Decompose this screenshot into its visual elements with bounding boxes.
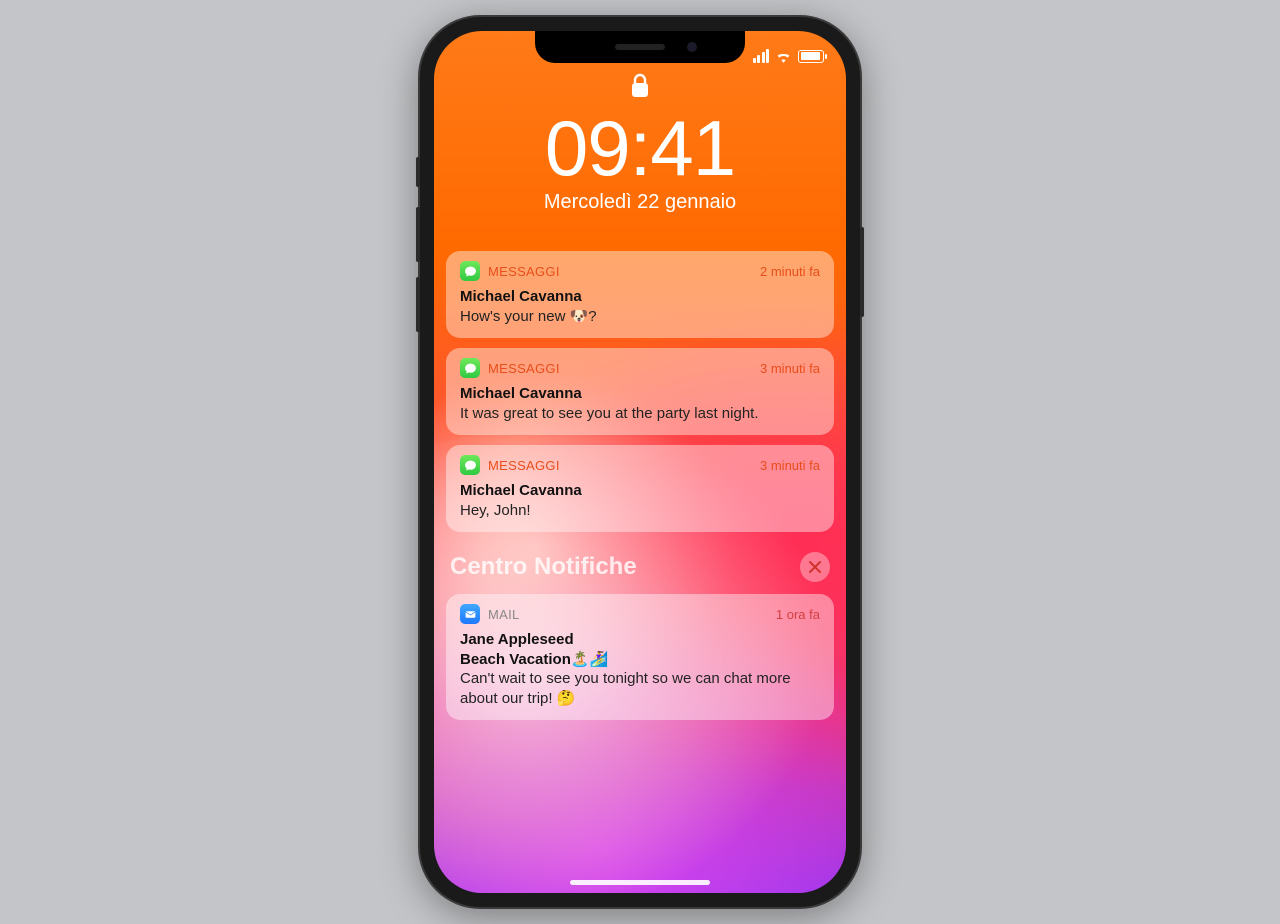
notification-time: 3 minuti fa — [760, 458, 820, 473]
app-name-label: MAIL — [488, 607, 520, 622]
front-camera — [687, 42, 697, 52]
notification-title: Michael Cavanna — [460, 481, 820, 501]
notification-body: Hey, John! — [460, 501, 820, 521]
speaker-grille — [615, 44, 665, 50]
notification-section-header: Centro Notifiche — [446, 546, 834, 584]
notification-time: 3 minuti fa — [760, 361, 820, 376]
wifi-icon — [775, 50, 792, 63]
volume-down-button[interactable] — [416, 277, 420, 332]
notification-card[interactable]: MAIL 1 ora fa Jane Appleseed Beach Vacat… — [446, 594, 834, 720]
lock-clock: 09:41 Mercoledì 22 gennaio — [434, 109, 846, 214]
notification-card[interactable]: MESSAGGI 3 minuti fa Michael Cavanna It … — [446, 348, 834, 435]
notification-title: Michael Cavanna — [460, 384, 820, 404]
cellular-signal-icon — [753, 49, 770, 63]
volume-up-button[interactable] — [416, 207, 420, 262]
notification-body: It was great to see you at the party las… — [460, 404, 820, 424]
notification-time: 2 minuti fa — [760, 264, 820, 279]
notch — [535, 31, 745, 63]
notification-card[interactable]: MESSAGGI 2 minuti fa Michael Cavanna How… — [446, 251, 834, 338]
notification-card[interactable]: MESSAGGI 3 minuti fa Michael Cavanna Hey… — [446, 445, 834, 532]
app-name-label: MESSAGGI — [488, 458, 560, 473]
messages-app-icon — [460, 455, 480, 475]
clock-time: 09:41 — [434, 109, 846, 187]
notification-time: 1 ora fa — [776, 607, 820, 622]
mail-app-icon — [460, 604, 480, 624]
app-name-label: MESSAGGI — [488, 264, 560, 279]
lock-icon — [630, 73, 650, 104]
mute-switch[interactable] — [416, 157, 420, 187]
phone-frame: 09:41 Mercoledì 22 gennaio MESSAGGI 2 mi… — [420, 17, 860, 907]
section-title: Centro Notifiche — [450, 553, 637, 581]
notification-body: Can't wait to see you tonight so we can … — [460, 669, 820, 708]
clock-date: Mercoledì 22 gennaio — [434, 191, 846, 214]
notification-subtitle: Beach Vacation🏝️🏄‍♀️ — [460, 650, 820, 670]
app-name-label: MESSAGGI — [488, 361, 560, 376]
screen[interactable]: 09:41 Mercoledì 22 gennaio MESSAGGI 2 mi… — [434, 31, 846, 893]
home-indicator[interactable] — [570, 880, 710, 885]
notification-title: Jane Appleseed — [460, 630, 820, 650]
power-button[interactable] — [860, 227, 864, 317]
notification-list[interactable]: MESSAGGI 2 minuti fa Michael Cavanna How… — [446, 251, 834, 873]
messages-app-icon — [460, 358, 480, 378]
clear-notifications-button[interactable] — [800, 552, 830, 582]
notification-title: Michael Cavanna — [460, 287, 820, 307]
notification-body: How's your new 🐶? — [460, 307, 820, 327]
messages-app-icon — [460, 261, 480, 281]
close-icon — [808, 560, 822, 574]
battery-icon — [798, 50, 824, 63]
